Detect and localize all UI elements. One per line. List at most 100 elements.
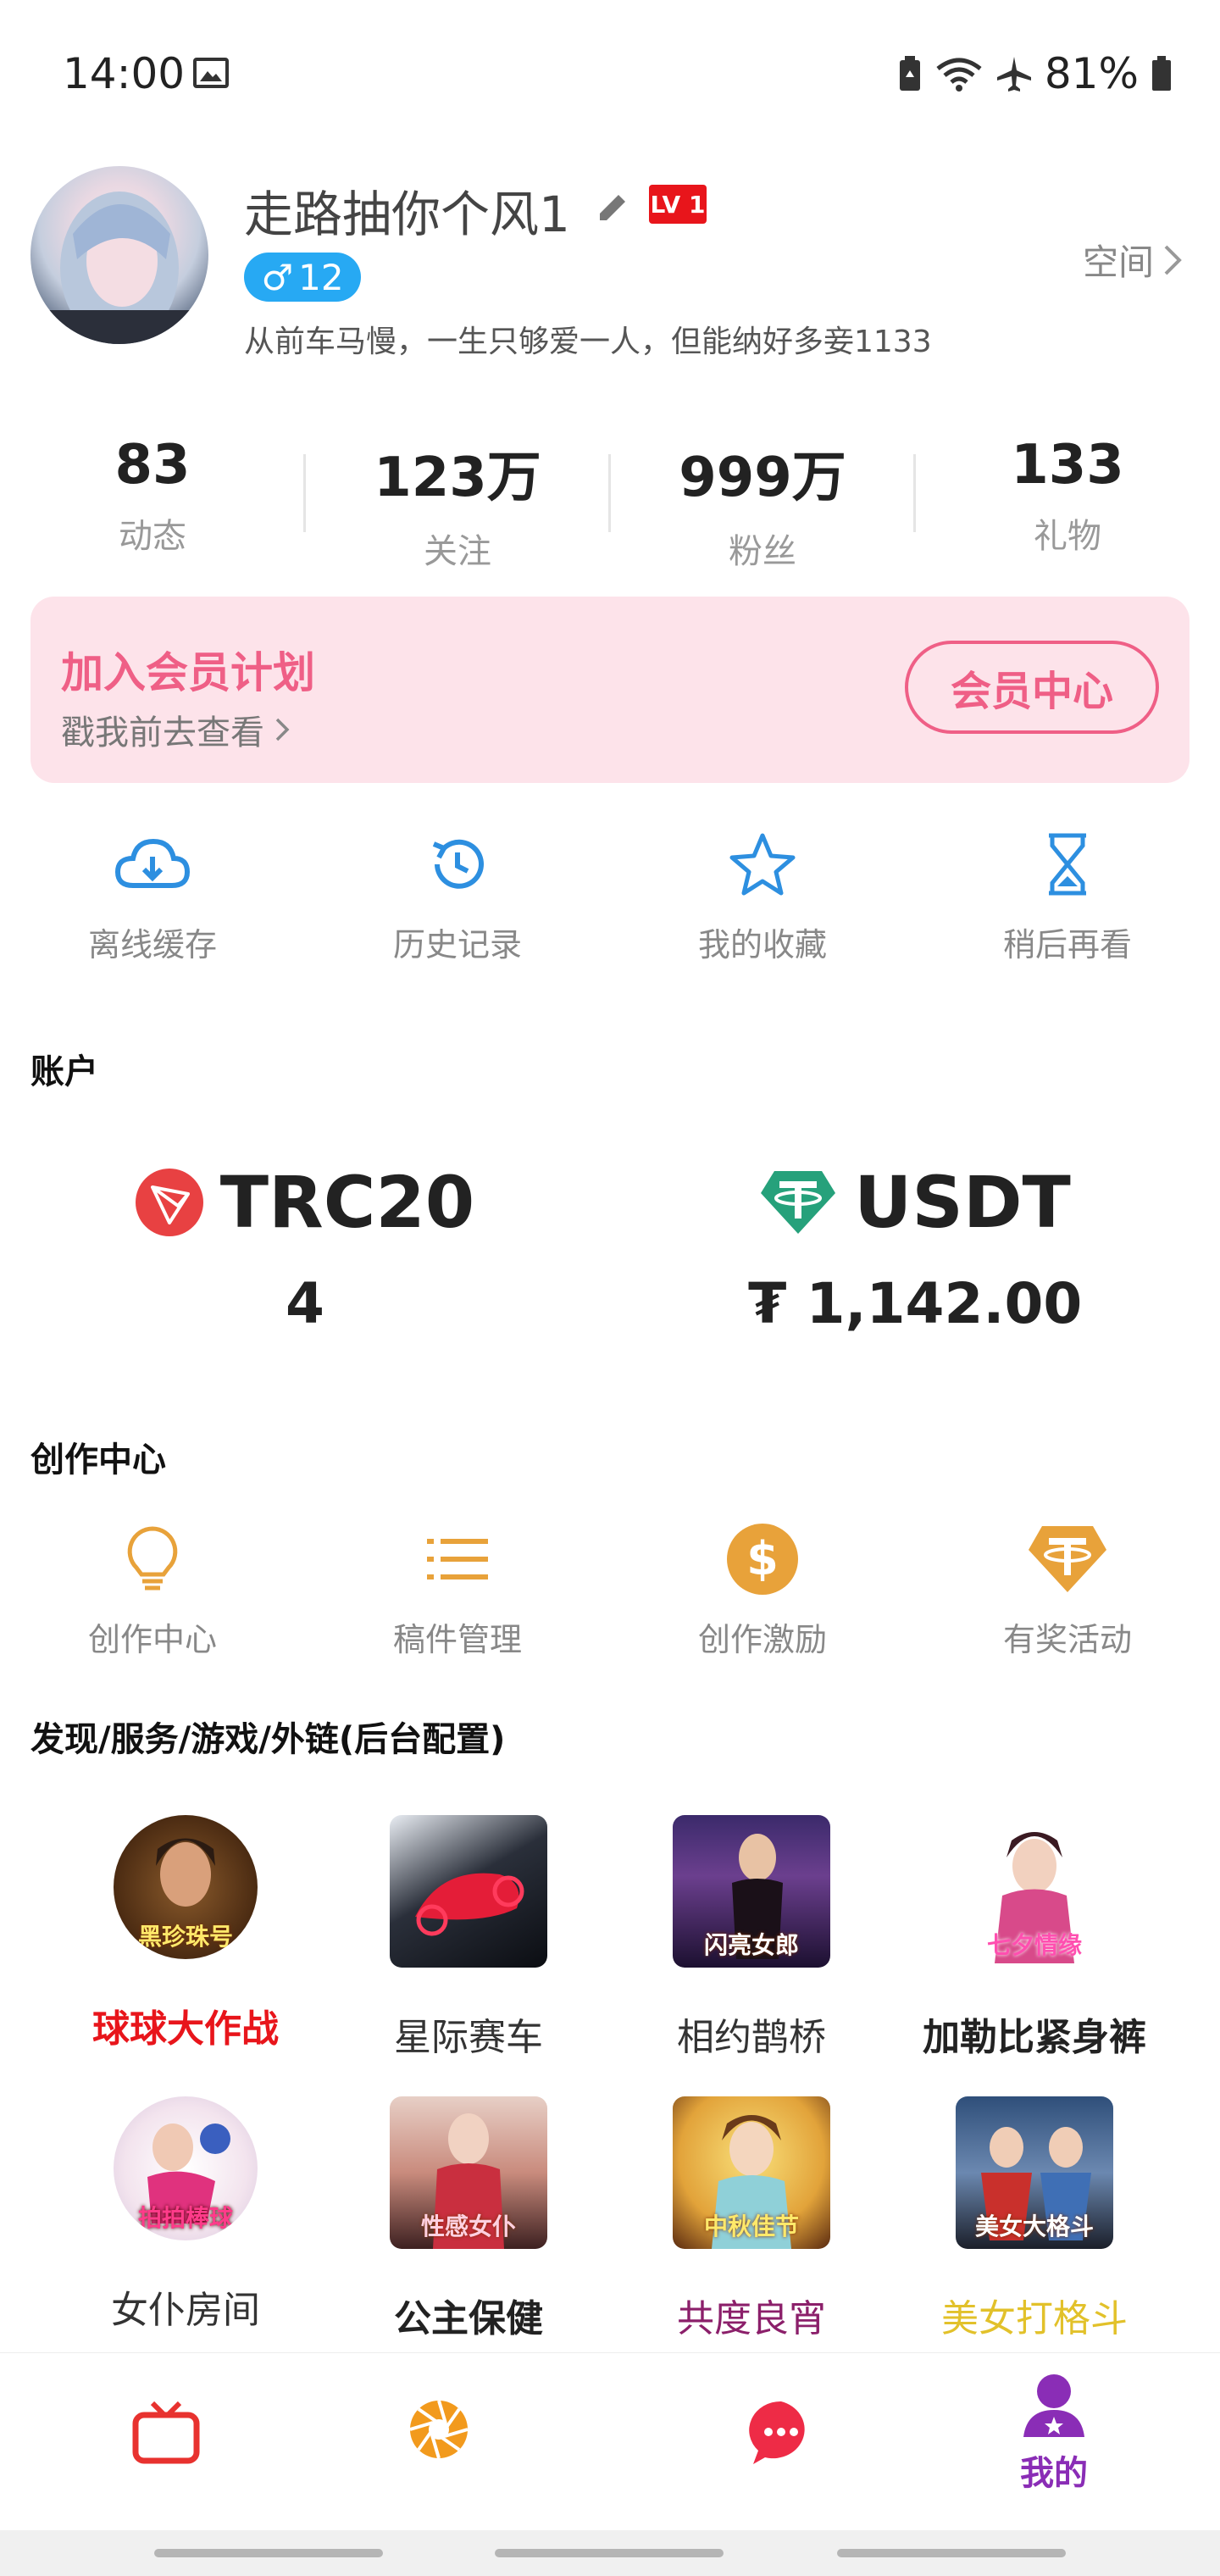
quick-action-offline-cache[interactable]: 离线缓存 bbox=[0, 822, 305, 965]
creation-label: 有奖活动 bbox=[1002, 1621, 1132, 1658]
chevron-right-icon bbox=[1164, 245, 1182, 275]
stat-value: 123万 bbox=[374, 447, 541, 509]
gallery-icon bbox=[193, 58, 229, 88]
creation-label: 稿件管理 bbox=[392, 1621, 522, 1658]
stat-value: 133 bbox=[1011, 434, 1124, 497]
star-icon bbox=[729, 833, 796, 896]
cloud-download-icon bbox=[114, 838, 191, 888]
status-time: 14:00 bbox=[63, 49, 186, 98]
wifi-icon bbox=[936, 58, 982, 92]
creation-center-item[interactable]: 创作中心 bbox=[0, 1517, 305, 1660]
game-thumbnail: 七夕情缘 bbox=[956, 1815, 1113, 1968]
game-label: 美女打格斗 bbox=[941, 2297, 1128, 2340]
stat-followers[interactable]: 999万 粉丝 bbox=[610, 434, 915, 573]
battery-icon bbox=[1152, 56, 1171, 91]
creation-section-title: 创作中心 bbox=[30, 1441, 166, 1480]
game-item[interactable]: 中秋佳节 共度良宵 bbox=[612, 2096, 891, 2342]
game-item[interactable]: 星际赛车 bbox=[329, 1815, 608, 2061]
game-item[interactable]: 拍拍棒球 女仆房间 bbox=[46, 2096, 325, 2334]
quick-action-history[interactable]: 历史记录 bbox=[305, 822, 610, 965]
stat-label: 粉丝 bbox=[729, 532, 796, 571]
age-value: 12 bbox=[298, 256, 344, 298]
game-item[interactable]: 黑珍珠号 球球大作战 bbox=[46, 1815, 325, 2052]
stat-label: 动态 bbox=[119, 517, 186, 556]
manuscript-management-item[interactable]: 稿件管理 bbox=[305, 1517, 610, 1660]
space-link[interactable]: 空间 bbox=[1083, 234, 1183, 286]
game-label: 共度良宵 bbox=[677, 2297, 826, 2340]
hourglass-icon bbox=[1049, 833, 1086, 896]
nav-tab-discover[interactable] bbox=[371, 2398, 507, 2464]
game-thumbnail-text: 性感女仆 bbox=[420, 2212, 516, 2240]
nav-tab-messages[interactable] bbox=[713, 2398, 849, 2471]
creation-label: 创作激励 bbox=[697, 1621, 827, 1658]
system-nav-pill[interactable] bbox=[495, 2549, 724, 2557]
game-label: 加勒比紧身裤 bbox=[923, 2016, 1146, 2059]
camera-aperture-icon bbox=[409, 2400, 469, 2459]
stat-value: 999万 bbox=[679, 447, 846, 509]
account-section-title: 账户 bbox=[30, 1052, 98, 1091]
username: 走路抽你个风1 bbox=[244, 186, 570, 243]
tether-icon bbox=[761, 1171, 836, 1234]
stat-posts[interactable]: 83 动态 bbox=[0, 434, 305, 558]
tether-badge-icon bbox=[1029, 1526, 1106, 1592]
membership-subtitle[interactable]: 戳我前去查看 bbox=[61, 705, 290, 754]
account-value: 4 bbox=[286, 1271, 324, 1336]
stat-following[interactable]: 123万 关注 bbox=[305, 434, 610, 573]
game-item[interactable]: 闪亮女郎 相约鹊桥 bbox=[612, 1815, 891, 2061]
game-thumbnail: 拍拍棒球 bbox=[114, 2096, 258, 2240]
game-thumbnail-text: 美女大格斗 bbox=[974, 2212, 1094, 2240]
dollar-icon: $ bbox=[727, 1524, 798, 1595]
tv-icon bbox=[132, 2401, 200, 2464]
airplane-icon bbox=[996, 57, 1031, 92]
chevron-right-icon bbox=[275, 718, 290, 741]
game-thumbnail: 中秋佳节 bbox=[673, 2096, 830, 2249]
edit-pencil-icon[interactable] bbox=[595, 188, 632, 229]
game-thumbnail-text: 七夕情缘 bbox=[986, 1931, 1082, 1959]
bio: 从前车马慢，一生只够爱一人，但能纳好多妾1133 bbox=[244, 325, 932, 359]
game-item[interactable]: 性感女仆 公主保健 bbox=[329, 2096, 608, 2342]
stat-gifts[interactable]: 133 礼物 bbox=[915, 434, 1220, 558]
game-label: 女仆房间 bbox=[111, 2289, 260, 2332]
system-nav-pill[interactable] bbox=[154, 2549, 383, 2557]
creation-incentive-item[interactable]: $ 创作激励 bbox=[610, 1517, 915, 1660]
game-item[interactable]: 七夕情缘 加勒比紧身裤 bbox=[895, 1815, 1174, 2061]
system-nav-pill[interactable] bbox=[837, 2549, 1066, 2557]
game-thumbnail-text: 黑珍珠号 bbox=[137, 1923, 233, 1951]
game-label: 球球大作战 bbox=[92, 2007, 279, 2051]
nav-tab-profile[interactable]: 我的 bbox=[986, 2371, 1122, 2495]
game-thumbnail: 美女大格斗 bbox=[956, 2096, 1113, 2249]
account-name: TRC20 bbox=[219, 1161, 475, 1244]
stat-label: 关注 bbox=[424, 532, 491, 571]
list-icon bbox=[427, 1539, 488, 1579]
game-item[interactable]: 美女大格斗 美女打格斗 bbox=[895, 2096, 1174, 2342]
account-trc20[interactable]: TRC20 4 bbox=[0, 1161, 610, 1336]
quick-action-watch-later[interactable]: 稍后再看 bbox=[915, 822, 1220, 965]
history-icon bbox=[432, 839, 484, 889]
chat-bubble-icon bbox=[749, 2401, 805, 2464]
nav-tab-tv[interactable] bbox=[98, 2398, 234, 2473]
game-thumbnail bbox=[390, 1815, 547, 1968]
membership-title: 加入会员计划 bbox=[61, 648, 315, 697]
male-icon: ♂ bbox=[261, 256, 294, 298]
game-label: 星际赛车 bbox=[394, 2016, 543, 2059]
quick-action-label: 我的收藏 bbox=[697, 926, 827, 963]
account-value: ₮ 1,142.00 bbox=[747, 1271, 1083, 1336]
member-center-button[interactable]: 会员中心 bbox=[905, 641, 1159, 734]
quick-action-favorites[interactable]: 我的收藏 bbox=[610, 822, 915, 965]
profile-icon bbox=[1023, 2374, 1084, 2437]
status-bar: 14:00 81% bbox=[0, 0, 1220, 153]
game-thumbnail: 黑珍珠号 bbox=[114, 1815, 258, 1959]
game-label: 公主保健 bbox=[394, 2297, 543, 2340]
reward-activity-item[interactable]: 有奖活动 bbox=[915, 1517, 1220, 1660]
battery-saver-icon bbox=[899, 56, 920, 91]
avatar[interactable] bbox=[30, 166, 208, 344]
account-name: USDT bbox=[854, 1161, 1071, 1244]
stat-label: 礼物 bbox=[1034, 517, 1101, 556]
account-usdt[interactable]: USDT ₮ 1,142.00 bbox=[610, 1161, 1220, 1336]
game-thumbnail-text: 闪亮女郎 bbox=[703, 1931, 799, 1959]
stat-value: 83 bbox=[114, 434, 191, 497]
game-thumbnail: 闪亮女郎 bbox=[673, 1815, 830, 1968]
battery-percent: 81% bbox=[1044, 49, 1139, 98]
level-badge: LV 1 bbox=[649, 185, 707, 224]
game-thumbnail: 性感女仆 bbox=[390, 2096, 547, 2249]
